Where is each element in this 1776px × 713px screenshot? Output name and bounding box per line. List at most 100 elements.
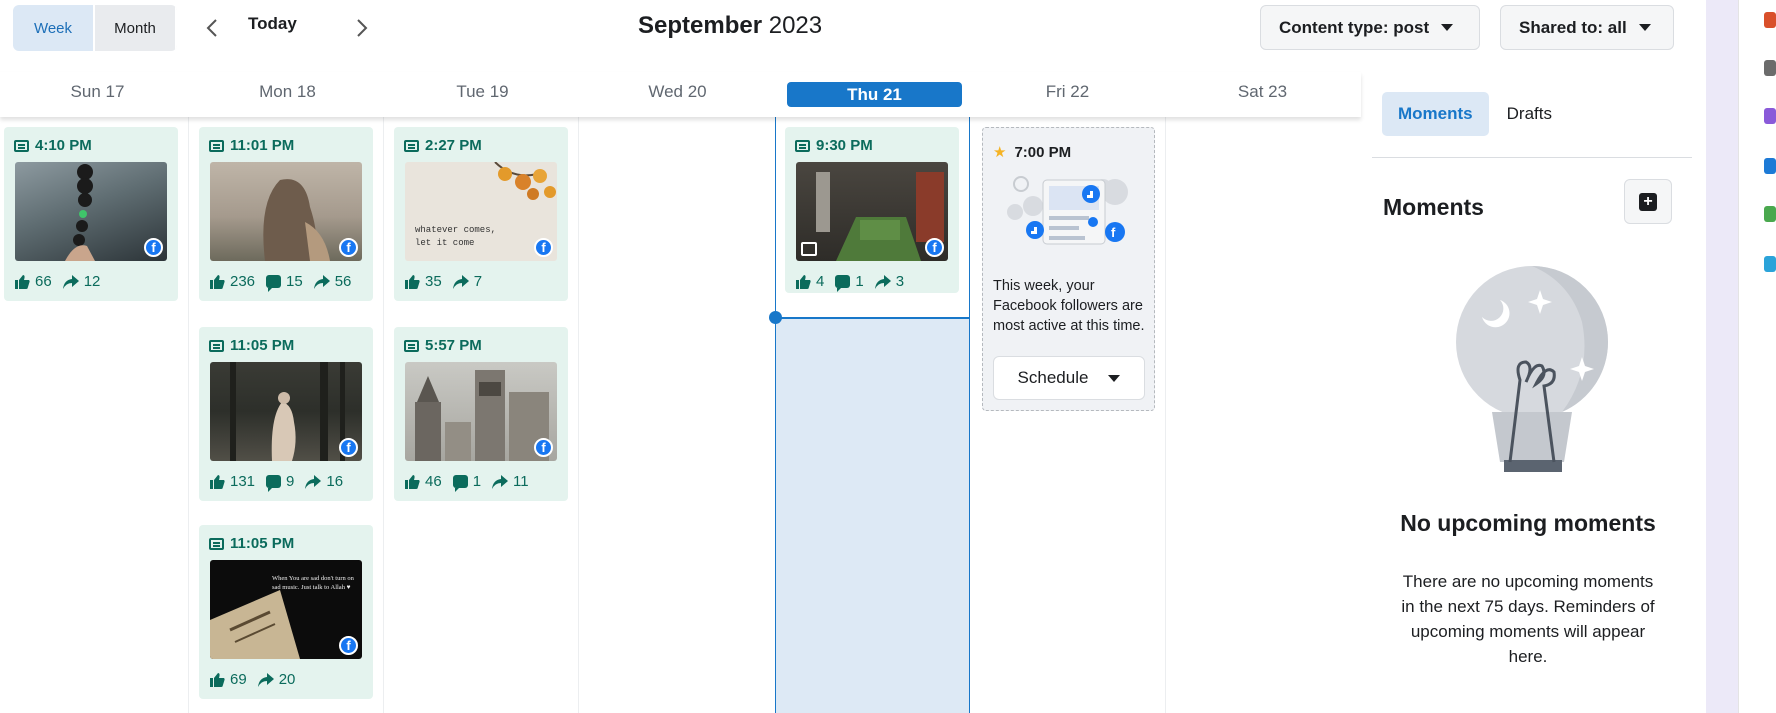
post-card[interactable]: 11:01 PM f 236 15 56	[199, 127, 373, 301]
app-shortcut-icon[interactable]	[1764, 60, 1776, 76]
browser-sidebar-background	[1706, 0, 1738, 713]
post-card[interactable]: 5:57 PM f 46 1 11	[394, 327, 568, 501]
shares-count: 56	[334, 273, 352, 290]
post-thumbnail[interactable]: f	[796, 162, 948, 261]
comment-icon	[835, 275, 851, 292]
shares-count: 11	[513, 473, 529, 490]
comment-icon	[266, 275, 282, 292]
week-view-button[interactable]: Week	[13, 5, 95, 51]
today-button[interactable]: Today	[248, 14, 297, 34]
best-time-suggestion-card[interactable]: ★ 7:00 PM f This week, your Facebook foll…	[982, 127, 1155, 411]
post-stats: 4 1 3	[796, 273, 915, 292]
chevron-left-icon[interactable]	[200, 14, 224, 42]
content-type-label: Content type: post	[1279, 17, 1430, 37]
likes-count: 66	[35, 273, 52, 290]
facebook-icon: f	[534, 438, 553, 457]
app-shortcut-icon[interactable]	[1764, 158, 1776, 174]
post-time: 4:10 PM	[14, 137, 92, 154]
content-type-dropdown[interactable]: Content type: post	[1260, 5, 1480, 50]
post-card[interactable]: 11:05 PM When You are sad don't turn on …	[199, 525, 373, 699]
month-view-button[interactable]: Month	[95, 5, 177, 51]
day-header-mon[interactable]: Mon 18	[190, 82, 385, 102]
day-header-tue[interactable]: Tue 19	[385, 82, 580, 102]
post-thumbnail[interactable]: f	[405, 362, 557, 461]
likes-stat: 35	[405, 273, 442, 290]
shared-to-label: Shared to: all	[1519, 17, 1627, 37]
comments-stat: 1	[835, 273, 864, 292]
likes-count: 46	[425, 473, 442, 490]
shared-to-dropdown[interactable]: Shared to: all	[1500, 5, 1674, 50]
comments-stat: 9	[266, 473, 294, 492]
day-header-sat[interactable]: Sat 23	[1165, 82, 1360, 102]
likes-count: 4	[816, 273, 825, 290]
day-header-wed[interactable]: Wed 20	[580, 82, 775, 102]
caret-down-icon	[1441, 24, 1454, 31]
day-header-sun[interactable]: Sun 17	[0, 82, 195, 102]
post-time-label: 11:05 PM	[230, 337, 295, 354]
post-thumbnail[interactable]: whatever comes, let it come f	[405, 162, 557, 261]
post-time-label: 9:30 PM	[816, 137, 873, 154]
app-shortcut-icon[interactable]	[1764, 206, 1776, 222]
post-stats: 66 12	[15, 273, 111, 290]
share-icon	[452, 274, 469, 289]
image-caption-line: When You are sad don't turn on	[272, 575, 354, 582]
post-time-label: 5:57 PM	[425, 337, 482, 354]
column-divider	[1165, 117, 1166, 713]
month-title: September 2023	[638, 12, 822, 40]
post-icon	[14, 139, 29, 152]
tab-drafts[interactable]: Drafts	[1491, 92, 1568, 136]
post-card[interactable]: 2:27 PM whatever comes, let it come f 35…	[394, 127, 568, 301]
post-card[interactable]: 11:05 PM f 131 9 16	[199, 327, 373, 501]
comment-icon	[266, 475, 282, 492]
add-moment-button[interactable]: +	[1624, 179, 1672, 224]
shares-stat: 56	[313, 273, 352, 290]
day-header-thu-today[interactable]: Thu 21	[787, 82, 962, 107]
likes-stat: 131	[210, 473, 255, 490]
post-icon	[209, 537, 224, 550]
facebook-icon: f	[339, 438, 358, 457]
calendar-toolbar: Week Month Today September 2023 Content …	[0, 0, 1690, 72]
share-icon	[313, 274, 330, 289]
post-card[interactable]: 9:30 PM f 4 1 3	[785, 127, 959, 293]
post-thumbnail[interactable]: f	[210, 362, 362, 461]
post-time: 11:05 PM	[209, 535, 294, 552]
comments-count: 1	[472, 473, 482, 490]
like-icon	[210, 474, 225, 489]
likes-stat: 66	[15, 273, 52, 290]
schedule-button[interactable]: Schedule	[993, 356, 1145, 400]
post-thumbnail[interactable]: f	[15, 162, 167, 261]
panel-divider	[1372, 157, 1692, 158]
likes-stat: 4	[796, 273, 824, 290]
app-shortcut-icon[interactable]	[1764, 12, 1776, 28]
column-divider	[578, 117, 579, 713]
post-icon	[795, 139, 810, 152]
chevron-right-icon[interactable]	[350, 14, 374, 42]
post-stats: 46 1 11	[405, 473, 540, 492]
post-time: 11:05 PM	[209, 337, 294, 354]
facebook-icon: f	[534, 238, 553, 257]
post-thumbnail[interactable]: When You are sad don't turn on sad music…	[210, 560, 362, 659]
shares-count: 7	[473, 273, 483, 290]
tab-moments[interactable]: Moments	[1382, 92, 1489, 136]
day-header-fri[interactable]: Fri 22	[970, 82, 1165, 102]
share-icon	[492, 474, 509, 489]
comments-stat: 1	[452, 473, 482, 492]
app-shortcut-icon[interactable]	[1764, 256, 1776, 272]
like-icon	[405, 474, 420, 489]
image-caption-text: whatever comes, let it come	[415, 224, 496, 250]
empty-state-text: There are no upcoming moments in the nex…	[1401, 572, 1655, 666]
followers-activity-illustration: f	[1007, 176, 1128, 245]
facebook-icon: f	[925, 238, 944, 257]
today-future-shade	[776, 317, 969, 713]
week-grid: 4:10 PM f 66 12 11:01 PM f 236 15 56 11:…	[0, 117, 1361, 713]
post-thumbnail[interactable]: f	[210, 162, 362, 261]
app-shortcut-icon[interactable]	[1764, 108, 1776, 124]
post-time: 9:30 PM	[795, 137, 873, 154]
post-card[interactable]: 4:10 PM f 66 12	[4, 127, 178, 301]
post-icon	[404, 139, 419, 152]
likes-stat: 236	[210, 273, 255, 290]
browser-sidebar	[1738, 0, 1776, 713]
share-icon	[257, 672, 274, 687]
day-header-row: Sun 17 Mon 18 Tue 19 Wed 20 Thu 21 Fri 2…	[0, 72, 1361, 117]
post-icon	[209, 339, 224, 352]
